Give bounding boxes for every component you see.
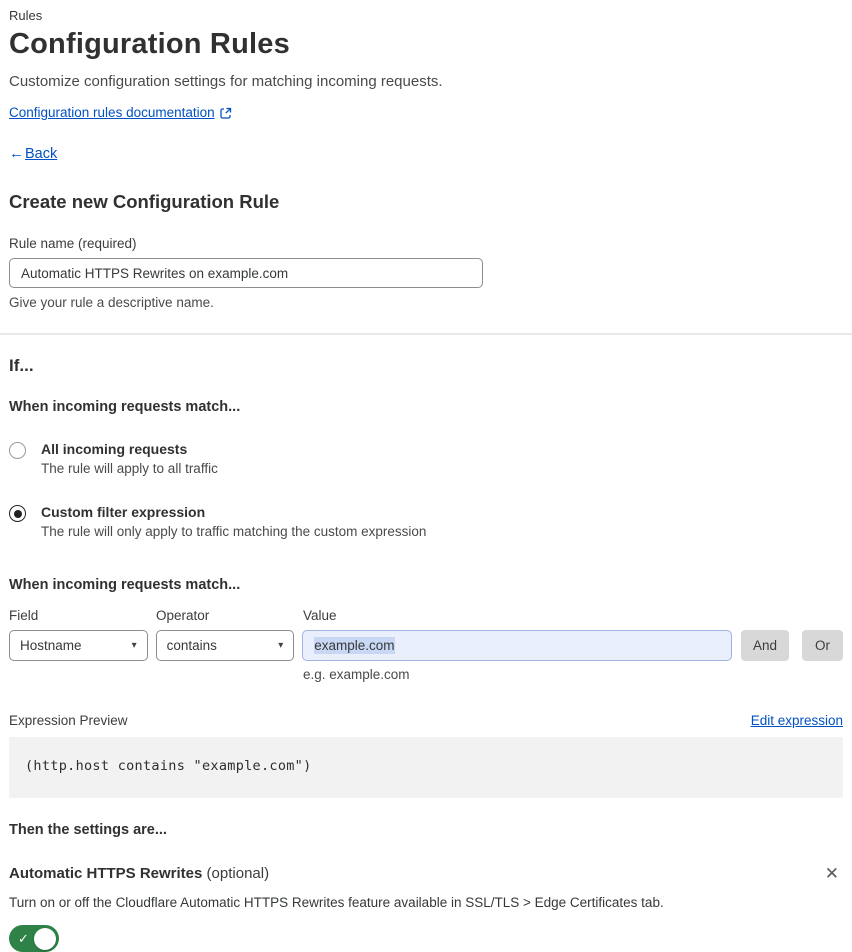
chevron-down-icon: ▾ [278, 640, 284, 651]
close-icon[interactable]: ✕ [821, 863, 843, 884]
setting-description: Turn on or off the Cloudflare Automatic … [9, 895, 664, 910]
rule-name-help: Give your rule a descriptive name. [9, 295, 214, 310]
radio-label: Custom filter expression [41, 504, 206, 520]
if-heading: If... [9, 356, 34, 375]
page-title: Configuration Rules [9, 28, 290, 60]
operator-select[interactable]: contains ▾ [155, 630, 295, 661]
value-input[interactable]: example.com [302, 630, 732, 661]
page-subtitle: Customize configuration settings for mat… [9, 73, 443, 90]
check-icon: ✓ [18, 930, 29, 946]
setting-header-row: Automatic HTTPS Rewrites (optional) ✕ [9, 863, 843, 884]
expression-preview-label: Expression Preview [9, 713, 128, 728]
radio-description: The rule will only apply to traffic matc… [41, 524, 427, 539]
external-link-icon [219, 107, 232, 119]
configuration-rules-page: Rules Configuration Rules Customize conf… [0, 0, 852, 952]
builder-controls-row: Hostname ▾ contains ▾ example.com And Or [9, 630, 843, 661]
back-link-row: ← Back [9, 145, 843, 162]
expression-preview-box: (http.host contains "example.com") [9, 737, 843, 798]
builder-heading: When incoming requests match... [9, 577, 241, 593]
radio-custom-filter-expression[interactable]: Custom filter expression The rule will o… [9, 504, 843, 539]
operator-label: Operator [156, 608, 210, 623]
rule-name-input[interactable] [9, 258, 483, 288]
create-rule-heading: Create new Configuration Rule [9, 191, 280, 212]
toggle-knob [34, 927, 56, 950]
radio-description: The rule will apply to all traffic [41, 461, 218, 476]
radio-label: All incoming requests [41, 441, 188, 457]
operator-select-value: contains [166, 638, 217, 653]
and-button[interactable]: And [740, 630, 789, 661]
or-button[interactable]: Or [801, 630, 843, 661]
back-arrow-icon: ← [9, 145, 24, 162]
documentation-link[interactable]: Configuration rules documentation [9, 105, 215, 120]
chevron-down-icon: ▾ [131, 640, 137, 651]
rule-name-label: Rule name (required) [9, 236, 137, 251]
automatic-https-rewrites-toggle[interactable]: ✓ [9, 925, 59, 952]
documentation-link-row: Configuration rules documentation [9, 105, 843, 120]
value-example-help: e.g. example.com [303, 667, 410, 682]
expression-code: (http.host contains "example.com") [25, 758, 312, 774]
edit-expression-link[interactable]: Edit expression [751, 713, 843, 728]
radio-button-checked[interactable] [9, 505, 26, 522]
radio-button-unchecked[interactable] [9, 442, 26, 459]
expression-preview-row: Expression Preview Edit expression [9, 713, 843, 728]
value-label: Value [303, 608, 337, 623]
field-label: Field [9, 608, 39, 623]
section-divider [0, 333, 852, 335]
radio-all-incoming-requests[interactable]: All incoming requests The rule will appl… [9, 441, 843, 476]
setting-title: Automatic HTTPS Rewrites [9, 865, 203, 882]
setting-optional-label: (optional) [206, 865, 270, 882]
field-select-value: Hostname [20, 638, 82, 653]
back-link[interactable]: Back [25, 146, 57, 162]
incoming-requests-match-heading: When incoming requests match... [9, 399, 241, 415]
builder-labels-row: Field Operator Value [9, 608, 843, 623]
field-select[interactable]: Hostname ▾ [9, 630, 148, 661]
breadcrumb: Rules [9, 8, 43, 23]
value-input-text: example.com [314, 637, 395, 654]
then-settings-heading: Then the settings are... [9, 822, 167, 838]
